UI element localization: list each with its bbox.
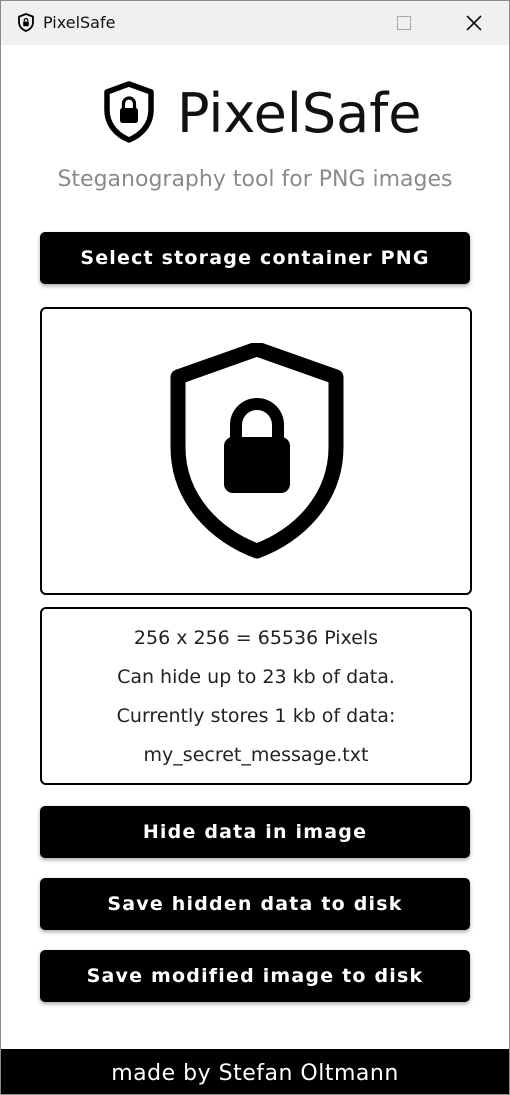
- shield-lock-icon: [170, 343, 344, 559]
- title-bar[interactable]: PixelSafe: [1, 1, 509, 45]
- maximize-button[interactable]: [381, 1, 427, 45]
- capacity-text: Can hide up to 23 kb of data.: [117, 666, 395, 688]
- image-dimensions: 256 x 256 = 65536 Pixels: [133, 627, 379, 649]
- app-subtitle: Steganography tool for PNG images: [57, 167, 453, 192]
- select-container-button[interactable]: Select storage container PNG: [40, 232, 470, 284]
- minimize-button[interactable]: [309, 1, 355, 45]
- app-title: PixelSafe: [177, 82, 422, 145]
- image-preview: [40, 307, 472, 595]
- save-hidden-data-button[interactable]: Save hidden data to disk: [40, 878, 470, 930]
- app-shield-icon: [18, 13, 34, 32]
- hide-data-button[interactable]: Hide data in image: [40, 806, 470, 858]
- app-window: PixelSafe PixelSafe Steganography tool f…: [0, 0, 510, 1095]
- hidden-filename: my_secret_message.txt: [143, 744, 369, 766]
- close-button[interactable]: [451, 1, 497, 45]
- maximize-icon: [397, 16, 411, 30]
- image-info-panel: 256 x 256 = 65536 Pixels Can hide up to …: [40, 607, 472, 785]
- close-icon: [466, 15, 482, 31]
- save-modified-image-button[interactable]: Save modified image to disk: [40, 950, 470, 1002]
- footer-credit: made by Stefan Oltmann: [1, 1049, 509, 1094]
- app-header: PixelSafe: [1, 77, 509, 147]
- shield-lock-icon: [104, 81, 154, 143]
- current-storage-text: Currently stores 1 kb of data:: [116, 705, 396, 727]
- window-title: PixelSafe: [43, 13, 116, 32]
